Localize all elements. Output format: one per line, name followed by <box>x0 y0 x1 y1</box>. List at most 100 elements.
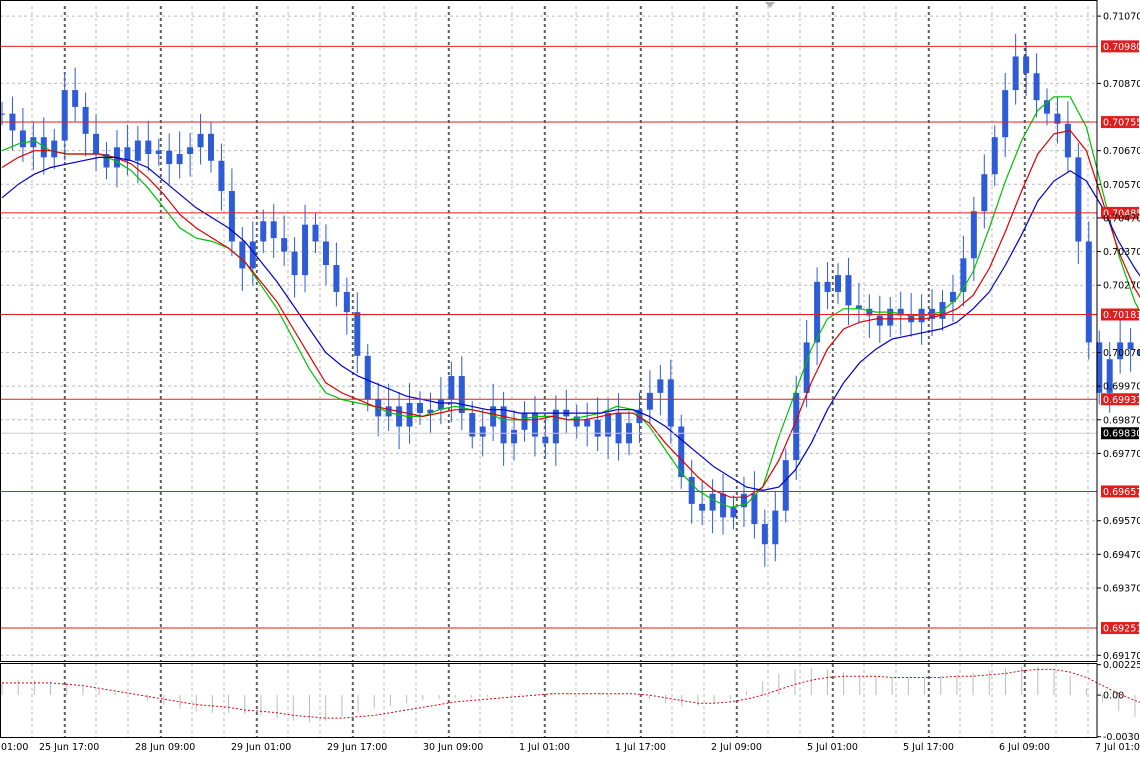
candle-body <box>302 224 309 276</box>
time-axis-label: 6 Jul 09:00 <box>999 742 1050 753</box>
candle-body <box>584 419 591 427</box>
candle-body <box>30 137 37 148</box>
price-tick-label: 0.70370 <box>1103 247 1140 258</box>
candle-body <box>594 419 601 437</box>
candle-body <box>228 191 235 242</box>
session-separators <box>64 6 1026 737</box>
time-axis-label: 7 Jul 01:00 <box>1095 742 1140 753</box>
time-axis-label: 29 Jun 17:00 <box>327 742 387 753</box>
candle-body <box>354 312 361 356</box>
candle-body <box>166 150 173 165</box>
candle-body <box>145 140 152 155</box>
candle-body <box>730 507 737 518</box>
time-axis-label: 2 Jul 09:00 <box>711 742 762 753</box>
moving-average-layer <box>1 96 1140 508</box>
frame <box>0 0 1098 738</box>
candle-body <box>333 265 340 292</box>
candle-body <box>61 90 68 141</box>
candle-body <box>824 281 831 292</box>
candle-body <box>1033 73 1040 101</box>
candle-body <box>542 436 549 444</box>
candle-body <box>322 241 329 266</box>
level-lines[interactable] <box>0 45 1097 629</box>
level-price-label: 0.70980 <box>1103 42 1140 53</box>
shift-marker-icon <box>765 2 775 8</box>
price-tick-label: 0.69870 <box>1103 415 1140 426</box>
indicator-signal-line <box>2 668 1140 719</box>
moving-average-line-1 <box>1 96 1140 508</box>
indicator-tick-label: 0.00225 <box>1103 660 1140 671</box>
candle-body <box>657 379 664 393</box>
time-axis-label: 28 Jun 09:00 <box>135 742 195 753</box>
time-axis-label: 1 Jul 01:00 <box>519 742 570 753</box>
candle-body <box>176 154 183 165</box>
candle-body <box>93 133 100 155</box>
candle-body <box>312 224 319 242</box>
candle-body <box>970 211 977 259</box>
candle-body <box>124 147 131 161</box>
candle-body <box>72 90 79 107</box>
candle-body <box>552 409 559 444</box>
time-axis-label: 25 Jun 17:00 <box>39 742 99 753</box>
candle-body <box>19 130 26 148</box>
candle-body <box>782 460 789 511</box>
candle-body <box>396 406 403 427</box>
indicator-tick-label: 0.00 <box>1103 691 1124 702</box>
candle-body <box>197 133 204 148</box>
level-price-label: 0.69657 <box>1103 487 1140 498</box>
candle-body <box>772 510 779 545</box>
candle-body <box>343 291 350 313</box>
price-tick-label: 0.70270 <box>1103 281 1140 292</box>
price-tick-label: 0.69370 <box>1103 583 1140 594</box>
candle-body <box>417 402 423 414</box>
candle-layer <box>0 33 1140 567</box>
level-price-label: 0.69251 <box>1103 624 1140 635</box>
grid-layer <box>0 6 1097 737</box>
candle-body <box>437 399 444 410</box>
candle-body <box>82 106 89 134</box>
candle-body <box>887 308 894 326</box>
time-axis-label: 29 Jun 01:00 <box>231 742 291 753</box>
price-tick-label: 0.70470 <box>1103 213 1140 224</box>
candle-body <box>615 413 622 444</box>
candle-body <box>835 275 841 292</box>
time-axis-label: 5 Jul 17:00 <box>903 742 954 753</box>
candle-body <box>511 429 518 444</box>
time-axis: 01:00 25 Jun 17:00 28 Jun 09:00 29 Jun 01:0… <box>1 742 1140 753</box>
candle-body <box>521 413 528 430</box>
candle-body <box>270 221 277 239</box>
candle-body <box>291 251 298 276</box>
price-tick-label: 0.70670 <box>1103 146 1140 157</box>
candle-body <box>1075 157 1082 242</box>
price-tick-label: 0.69470 <box>1103 550 1140 561</box>
moving-average-line-3 <box>1 156 1140 492</box>
candle-body <box>667 379 674 427</box>
candle-body <box>1023 56 1030 74</box>
candle-body <box>187 147 194 155</box>
candle-body <box>51 140 58 158</box>
level-price-label: 0.69931 <box>1103 395 1140 406</box>
candle-body <box>218 160 225 192</box>
candle-body <box>208 133 214 161</box>
price-tick-label: 0.70870 <box>1103 79 1140 90</box>
time-axis-label: 30 Jun 09:00 <box>423 742 483 753</box>
candle-body <box>1085 241 1092 343</box>
price-axis: 0.709800.707550.704850.701830.699310.696… <box>1097 12 1140 662</box>
candle-body <box>646 392 653 410</box>
indicator-panel-border <box>0 663 1098 738</box>
price-tick-label: 0.69970 <box>1103 382 1140 393</box>
candle-body <box>1012 56 1019 91</box>
price-chart[interactable]: 0.709800.707550.704850.701830.699310.696… <box>0 0 1140 758</box>
candle-body <box>448 376 455 400</box>
candle-body <box>709 493 716 511</box>
time-axis-label: 1 Jul 17:00 <box>615 742 666 753</box>
candle-body <box>1064 123 1071 158</box>
current-price-label: 0.69830 <box>1103 429 1140 440</box>
candle-body <box>761 524 768 545</box>
price-tick-label: 0.69570 <box>1103 516 1140 527</box>
candle-body <box>876 315 883 326</box>
candle-body <box>260 221 267 242</box>
indicator-panel <box>1 666 1140 723</box>
level-price-label: 0.70183 <box>1103 310 1140 321</box>
candle-body <box>1002 90 1009 138</box>
